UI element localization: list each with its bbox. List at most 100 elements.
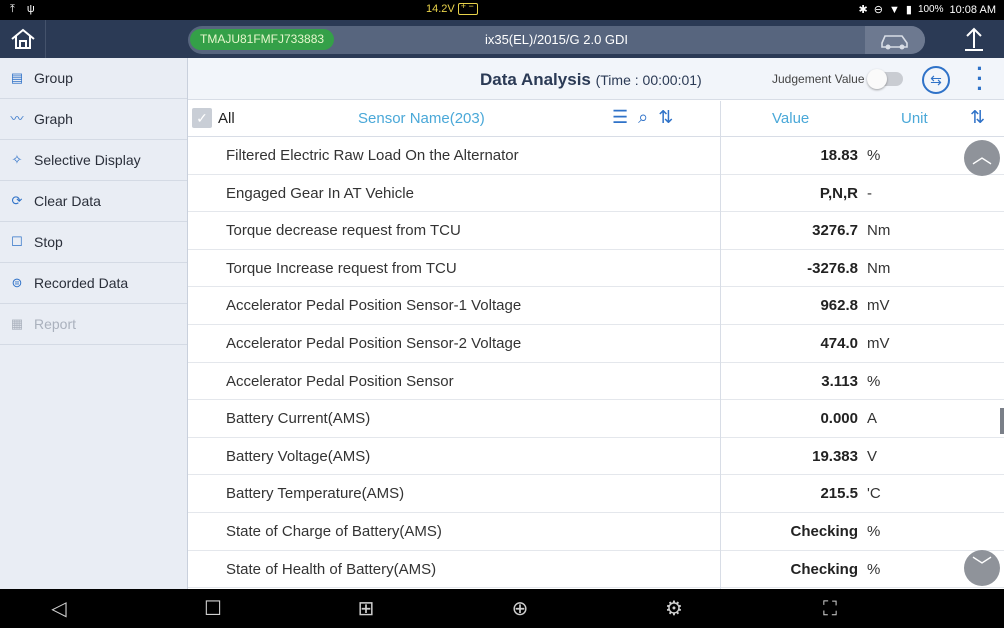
table-row[interactable]: Torque Increase request from TCU -3276.8… <box>188 250 1004 288</box>
unit-sort-icon[interactable]: ⇅ <box>970 107 985 128</box>
sidebar-item-stop[interactable]: ☐ Stop <box>0 222 187 263</box>
voltage-indicator: 14.2V <box>426 1 478 15</box>
column-divider <box>720 101 721 589</box>
settings-button[interactable]: ⚙ <box>659 595 689 623</box>
sensor-name-header: Sensor Name(203) <box>358 110 485 127</box>
sensor-table: Filtered Electric Raw Load On the Altern… <box>188 137 1004 589</box>
wifi-icon: ▼ <box>888 3 900 16</box>
sensor-name: Engaged Gear In AT Vehicle <box>226 184 414 202</box>
status-left: ⤒ ψ <box>10 3 35 16</box>
table-row[interactable]: Engaged Gear In AT Vehicle P,N,R - <box>188 175 1004 213</box>
table-row[interactable]: Accelerator Pedal Position Sensor-1 Volt… <box>188 287 1004 325</box>
table-row[interactable]: Torque decrease request from TCU 3276.7 … <box>188 212 1004 250</box>
sort-icon[interactable]: ⇅ <box>658 107 673 128</box>
table-row[interactable]: Battery Temperature(AMS) 215.5 'C <box>188 475 1004 513</box>
battery-icon: ▮ <box>905 4 912 16</box>
table-row[interactable]: State of Health of Battery(AMS) Checking… <box>188 551 1004 589</box>
sidebar-item-report: ▦ Report <box>0 304 187 345</box>
group-icon: ▤ <box>10 70 24 85</box>
sidebar-item-label: Clear Data <box>34 193 101 209</box>
sensor-value: 962.8 <box>820 297 858 315</box>
dnd-icon: ⊖ <box>873 4 883 16</box>
recorded-icon: ⊜ <box>11 275 23 290</box>
table-row[interactable]: Battery Voltage(AMS) 19.383 V <box>188 438 1004 476</box>
more-vert-icon: · · · <box>976 56 984 101</box>
clock: 10:08 AM <box>949 3 996 16</box>
more-menu-button[interactable]: · · · <box>970 58 990 100</box>
graph-icon: 〰 <box>10 111 24 126</box>
home-button[interactable] <box>0 20 46 58</box>
sensor-value: P,N,R <box>819 184 858 202</box>
judgement-toggle-group: Judgement Value <box>772 69 903 89</box>
back-button[interactable]: ◁ <box>44 595 74 623</box>
sensor-value: -3276.8 <box>807 259 858 277</box>
scroll-up-button[interactable]: ︿ <box>964 140 1000 176</box>
judgement-toggle[interactable] <box>866 69 903 89</box>
square-icon: ☐ <box>204 598 222 620</box>
sensor-value: 18.83 <box>820 147 858 164</box>
sensor-name: Battery Temperature(AMS) <box>226 485 405 503</box>
sidebar-item-recorded-data[interactable]: ⊜ Recorded Data <box>0 263 187 304</box>
unit-header: Unit <box>901 110 928 127</box>
export-button[interactable] <box>944 20 1004 58</box>
table-row[interactable]: Filtered Electric Raw Load On the Altern… <box>188 137 1004 175</box>
usb-icon: ψ <box>26 3 35 15</box>
globe-icon: ⊕ <box>511 598 529 620</box>
scroll-down-button[interactable]: ﹀ <box>964 550 1000 586</box>
back-icon: ◁ <box>51 598 67 620</box>
table-row[interactable]: Accelerator Pedal Position Sensor 3.113 … <box>188 363 1004 401</box>
judgement-label: Judgement Value <box>772 72 865 86</box>
sidebar-item-graph[interactable]: 〰 Graph <box>0 99 187 140</box>
screenshot-icon: ⛶ <box>823 598 837 620</box>
table-row[interactable]: Battery Current(AMS) 0.000 A <box>188 400 1004 438</box>
page-title: Data Analysis (Time : 00:00:01) <box>480 70 702 90</box>
swap-icon: ⇆ <box>930 72 942 88</box>
sensor-name: Battery Current(AMS) <box>226 410 371 428</box>
sensor-unit: % <box>867 147 881 164</box>
sensor-name: State of Health of Battery(AMS) <box>226 560 437 578</box>
swap-button[interactable]: ⇆ <box>922 66 950 94</box>
home-nav-button[interactable]: ☐ <box>198 595 228 623</box>
battery-percent: 100% <box>917 4 944 15</box>
car-battery-icon <box>457 1 478 15</box>
sensor-unit: % <box>867 560 881 578</box>
voltage-text: 14.2V <box>426 3 455 15</box>
sidebar-item-label: Report <box>34 316 77 332</box>
sensor-value: 0.000 <box>820 410 858 428</box>
sensor-value: 474.0 <box>820 335 858 352</box>
sensor-name: Accelerator Pedal Position Sensor-2 Volt… <box>226 335 522 352</box>
sensor-value: Checking <box>790 523 858 540</box>
analysis-header: Data Analysis (Time : 00:00:01) Judgemen… <box>188 58 1004 100</box>
status-right: ✱ ⊖ ▼ ▮ 100% 10:08 AM <box>858 3 996 17</box>
vehicle-button[interactable] <box>865 26 925 54</box>
scrollbar-thumb[interactable] <box>1000 408 1004 434</box>
bluetooth-icon: ✱ <box>858 4 868 16</box>
gear-icon: ⚙ <box>665 598 683 620</box>
sensor-unit: A <box>867 410 878 428</box>
vehicle-info-bar: TMAJU81FMFJ733883 ix35(EL)/2015/G 2.0 GD… <box>188 26 925 54</box>
column-header: ✓ All Sensor Name(203) ☰ ⌕ ⇅ Value Unit … <box>188 101 1004 137</box>
sensor-unit: % <box>867 372 881 390</box>
table-row[interactable]: State of Charge of Battery(AMS) Checking… <box>188 513 1004 551</box>
select-all-checkbox[interactable]: ✓ <box>192 108 212 128</box>
table-row[interactable]: Accelerator Pedal Position Sensor-2 Volt… <box>188 325 1004 363</box>
sidebar-item-clear-data[interactable]: ⟳ Clear Data <box>0 181 187 222</box>
sensor-value: Checking <box>790 560 858 578</box>
top-bar: TMAJU81FMFJ733883 ix35(EL)/2015/G 2.0 GD… <box>0 20 1004 58</box>
recents-button[interactable]: ⊞ <box>351 595 381 623</box>
sensor-value: 19.383 <box>812 447 858 465</box>
value-header: Value <box>772 110 810 127</box>
sidebar-item-selective-display[interactable]: ✧ Selective Display <box>0 140 187 181</box>
sensor-name: Torque Increase request from TCU <box>226 259 457 277</box>
system-nav-bar: ◁ ☐ ⊞ ⊕ ⚙ ⛶ <box>0 589 1004 628</box>
search-icon[interactable]: ⌕ <box>638 107 648 128</box>
sidebar-item-label: Group <box>34 70 73 86</box>
vehicle-name: ix35(EL)/2015/G 2.0 GDI <box>484 32 629 47</box>
sidebar-item-group[interactable]: ▤ Group <box>0 58 187 99</box>
screenshot-button[interactable]: ⛶ <box>815 595 845 623</box>
sensor-unit: V <box>867 447 878 465</box>
elapsed-time: (Time : 00:00:01) <box>595 72 702 88</box>
sensor-value: 215.5 <box>820 485 858 503</box>
browser-button[interactable]: ⊕ <box>505 595 535 623</box>
filter-list-icon[interactable]: ☰ <box>612 107 628 128</box>
